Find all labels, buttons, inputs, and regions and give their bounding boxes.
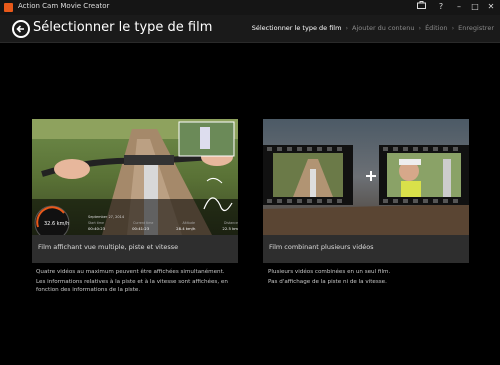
minimize-icon[interactable]: – (452, 1, 466, 13)
chevron-right-icon: › (451, 24, 455, 32)
step-add-content: Ajouter du contenu (352, 24, 415, 32)
overlay-value: 00:41:23 (132, 226, 150, 231)
title-bar: Action Cam Movie Creator ? – □ ✕ (0, 0, 500, 15)
app-logo-icon (4, 3, 13, 12)
description-line: Quatre vidéos au maximum peuvent être af… (36, 269, 225, 275)
overlay-label: Start time (88, 221, 105, 225)
card-description-multiview: Quatre vidéos au maximum peuvent être af… (36, 268, 246, 296)
overlay-value: 00:40:23 (88, 226, 106, 231)
overlay-value: 22.5 km (222, 226, 238, 231)
maximize-icon[interactable]: □ (468, 1, 482, 13)
overlay-label: Distance (224, 221, 238, 225)
overlay-labels: Start time Current time Altitude Distanc… (88, 221, 238, 225)
card-description-combine: Plusieurs vidéos combinées en un seul fi… (268, 268, 468, 288)
overlay-label: Altitude (182, 221, 195, 225)
overlay-date: September 27, 2014 (88, 215, 125, 219)
close-icon[interactable]: ✕ (484, 1, 498, 13)
description-line: Pas d'affichage de la piste ni de la vit… (268, 279, 387, 285)
speed-readout: 32.6 km/h (44, 221, 70, 227)
description-line: Plusieurs vidéos combinées en un seul fi… (268, 269, 391, 275)
card-caption: Film combinant plusieurs vidéos (269, 243, 374, 251)
page-title: Sélectionner le type de film (33, 20, 213, 35)
arrow-left-icon (16, 25, 24, 33)
movie-type-card-multiview[interactable]: 32.6 km/h September 27, 2014 Start time … (32, 119, 238, 263)
step-select-type: Sélectionner le type de film (251, 24, 342, 32)
overlay-value: 28.4 km/h (176, 226, 196, 231)
step-save: Enregistrer (458, 24, 494, 32)
page-header: Sélectionner le type de film Sélectionne… (0, 15, 500, 43)
step-edit: Édition (425, 24, 448, 32)
back-button[interactable] (12, 20, 30, 38)
toolbox-icon[interactable] (414, 1, 428, 13)
breadcrumb: Sélectionner le type de film › Ajouter d… (250, 24, 496, 32)
combine-preview-image (263, 119, 469, 235)
chevron-right-icon: › (345, 24, 349, 32)
overlay-label: Current time (133, 221, 154, 225)
app-title: Action Cam Movie Creator (18, 2, 110, 10)
chevron-right-icon: › (418, 24, 422, 32)
card-caption: Film affichant vue multiple, piste et vi… (38, 243, 179, 251)
movie-type-card-combine[interactable]: Film combinant plusieurs vidéos (263, 119, 469, 263)
help-icon[interactable]: ? (434, 1, 448, 13)
description-line: Les informations relatives à la piste et… (36, 279, 228, 293)
multiview-preview-image: 32.6 km/h September 27, 2014 Start time … (32, 119, 238, 235)
overlay-values: 00:40:23 00:41:23 28.4 km/h 22.5 km (88, 226, 238, 231)
